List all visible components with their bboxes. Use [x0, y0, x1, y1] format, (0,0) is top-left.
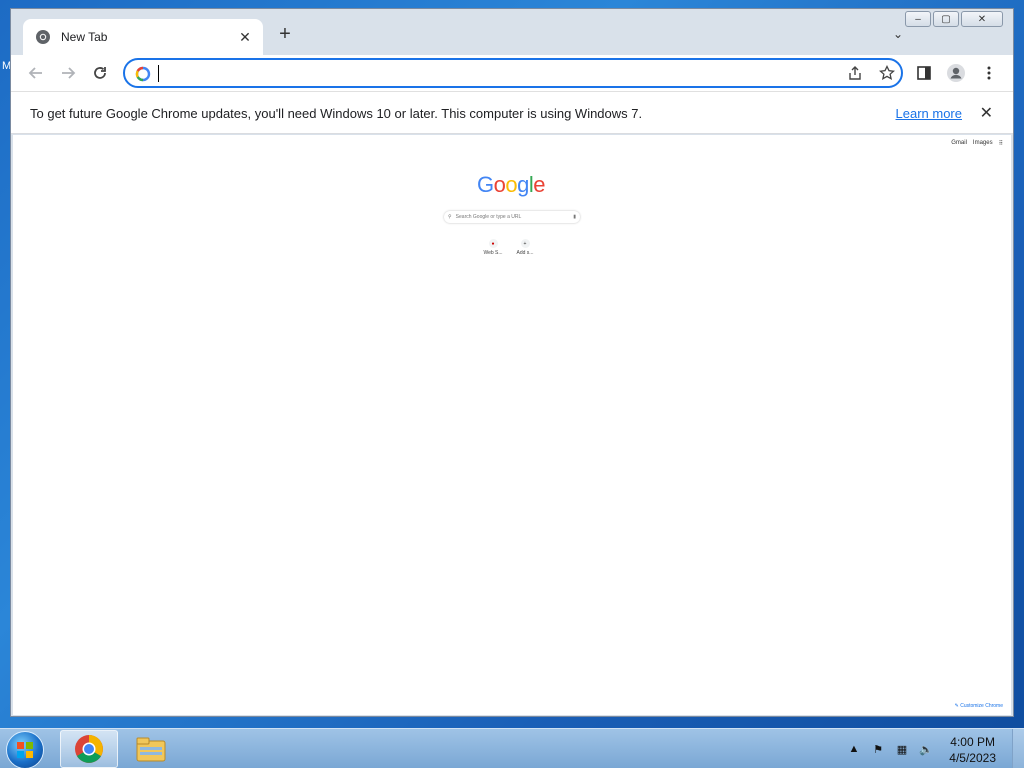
apps-grid-icon[interactable]: ⠿: [999, 140, 1003, 147]
profile-button[interactable]: [946, 63, 966, 83]
tab-strip: New Tab ✕ + ⌄: [11, 9, 1013, 55]
shortcut-add[interactable]: + Add s...: [513, 239, 537, 256]
action-center-flag-icon[interactable]: ⚑: [870, 741, 886, 757]
text-caret: [158, 65, 159, 82]
taskbar: ▲ ⚑ ▦ 🔈 4:00 PM 4/5/2023: [0, 728, 1024, 768]
web-store-icon: ●: [488, 239, 498, 248]
infobar-close-icon[interactable]: ✕: [980, 103, 993, 123]
customize-chrome-button[interactable]: ✎ Customize Chrome: [955, 703, 1003, 709]
kebab-menu-icon: [987, 66, 991, 80]
shortcuts: ● Web S... + Add s...: [481, 239, 537, 256]
infobar-message: To get future Google Chrome updates, you…: [30, 106, 643, 121]
back-arrow-icon: [28, 67, 42, 79]
google-g-icon: [135, 66, 151, 82]
profile-avatar-icon: [947, 64, 965, 82]
bookmark-button[interactable]: [877, 63, 897, 83]
side-panel-icon: [917, 66, 931, 80]
tab-close-icon[interactable]: ✕: [237, 29, 253, 46]
logo-letter: g: [517, 172, 529, 197]
reload-button[interactable]: [90, 63, 110, 83]
taskbar-explorer[interactable]: [122, 730, 180, 768]
star-icon: [879, 65, 895, 80]
shortcut-label: Add s...: [516, 250, 534, 256]
new-tab-page: Gmail Images ⠿ Google ⚲ Search Google or…: [13, 135, 1011, 715]
share-button[interactable]: [845, 63, 865, 83]
search-placeholder: Search Google or type a URL: [455, 214, 522, 220]
clock-time: 4:00 PM: [950, 735, 995, 749]
chrome-window: – ▢ ✕ New Tab ✕ + ⌄ To get future Google…: [10, 8, 1014, 717]
reload-icon: [94, 67, 106, 79]
menu-button[interactable]: [979, 63, 999, 83]
tab-title: New Tab: [61, 30, 108, 44]
folder-icon: [136, 737, 166, 762]
toolbar: [11, 55, 1013, 91]
back-button[interactable]: [26, 63, 46, 83]
google-logo: Google: [477, 172, 546, 198]
network-icon[interactable]: ▦: [894, 741, 910, 757]
shortcut-label: Web S...: [483, 250, 503, 256]
share-icon: [849, 66, 861, 80]
address-bar[interactable]: [123, 58, 903, 88]
learn-more-link[interactable]: Learn more: [896, 106, 962, 121]
search-icon: ⚲: [448, 214, 452, 220]
top-links: Gmail Images ⠿: [951, 140, 1003, 147]
forward-button[interactable]: [58, 63, 78, 83]
side-panel-button[interactable]: [914, 63, 934, 83]
show-hidden-icons-button[interactable]: ▲: [846, 741, 862, 757]
plus-icon: +: [520, 239, 530, 248]
tab-search-button[interactable]: ⌄: [893, 27, 903, 41]
update-infobar: To get future Google Chrome updates, you…: [11, 91, 1013, 134]
mic-icon[interactable]: ▮: [573, 214, 576, 220]
system-tray: ▲ ⚑ ▦ 🔈: [846, 741, 934, 757]
chrome-icon: [75, 735, 103, 763]
logo-letter: e: [533, 172, 546, 197]
images-link[interactable]: Images: [973, 140, 993, 147]
chrome-favicon-icon: [36, 30, 50, 44]
clock-date: 4/5/2023: [949, 751, 996, 765]
ntp-search-box[interactable]: ⚲ Search Google or type a URL ▮: [444, 211, 580, 223]
logo-letter: o: [505, 172, 518, 197]
address-input[interactable]: [161, 63, 811, 83]
new-tab-button[interactable]: +: [273, 23, 297, 47]
customize-label: Customize Chrome: [960, 703, 1003, 709]
volume-muted-icon[interactable]: 🔈: [918, 741, 934, 757]
windows-logo-icon: [17, 742, 33, 758]
logo-letter: o: [493, 172, 506, 197]
shortcut-web-store[interactable]: ● Web S...: [481, 239, 505, 256]
clock[interactable]: 4:00 PM 4/5/2023: [949, 734, 996, 766]
show-desktop-button[interactable]: [1012, 729, 1024, 768]
logo-letter: G: [477, 172, 494, 197]
gmail-link[interactable]: Gmail: [951, 140, 967, 147]
forward-arrow-icon: [62, 67, 76, 79]
taskbar-chrome[interactable]: [60, 730, 118, 768]
tab-new-tab[interactable]: New Tab ✕: [23, 19, 263, 55]
start-button[interactable]: [6, 731, 44, 768]
